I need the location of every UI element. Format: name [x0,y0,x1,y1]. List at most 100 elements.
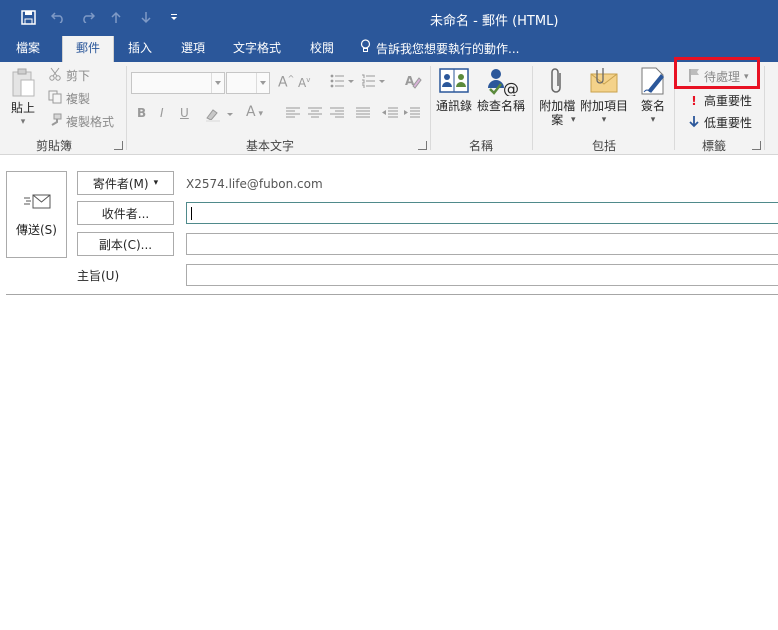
undo-icon[interactable] [46,6,70,28]
basic-text-group-label: 基本文字 [246,139,295,153]
paste-label: 貼上 [10,101,35,115]
group-separator [532,66,533,150]
subject-field[interactable] [186,264,778,286]
header-divider [6,294,778,295]
clipboard-group-label: 剪貼簿 [36,139,73,153]
shrink-font-icon[interactable]: Av [298,76,310,90]
clear-formatting-icon[interactable]: A [404,72,422,93]
tags-dialog-launcher-icon[interactable] [752,141,761,150]
underline-icon[interactable]: U [180,106,189,120]
cc-button[interactable]: 副本(C)... [77,232,174,256]
attach-file-button[interactable]: 附加檔 案 ▾ [539,66,576,127]
clipboard-icon [10,68,36,101]
text-caret [191,207,192,220]
decrease-indent-icon[interactable] [382,107,398,122]
paste-button[interactable]: 貼上 ▾ [10,68,36,129]
tab-format-text[interactable]: 文字格式 [225,36,289,62]
high-importance-button[interactable]: ! 高重要性 [688,92,752,109]
address-book-label: 通訊錄 [436,99,473,113]
from-button[interactable]: 寄件者(M) ▾ [77,171,174,195]
copy-label: 複製 [66,92,91,106]
italic-icon[interactable]: I [160,106,164,120]
window-title: 未命名 - 郵件 (HTML) [430,14,559,29]
numbering-icon[interactable] [361,74,387,91]
to-label: 收件者... [101,206,150,221]
copy-icon [48,90,62,107]
from-address: X2574.life@fubon.com [186,177,323,191]
format-painter-icon [48,113,62,130]
message-body-editor[interactable] [0,296,778,630]
check-names-button[interactable]: @ 檢查名稱 [477,66,525,113]
group-separator [430,66,431,150]
tab-options[interactable]: 選項 [173,36,213,62]
svg-text:@: @ [503,79,518,96]
signature-button[interactable]: 簽名 ▾ [639,66,667,127]
attach-item-icon [587,66,621,99]
format-painter-button[interactable]: 複製格式 [48,113,114,130]
tab-insert[interactable]: 插入 [120,36,160,62]
highlight-color-icon[interactable] [205,106,237,125]
names-group-label: 名稱 [469,139,494,153]
include-group-label: 包括 [592,139,617,153]
font-color-icon[interactable]: A ▾ [246,104,263,120]
paperclip-icon [547,66,567,99]
tab-review[interactable]: 校閱 [302,36,342,62]
clipboard-dialog-launcher-icon[interactable] [114,141,123,150]
low-importance-button[interactable]: 低重要性 [688,114,752,131]
tab-message[interactable]: 郵件 [62,36,114,62]
ribbon-tab-bar: 檔案 郵件 插入 選項 文字格式 校閱 告訴我您想要執行的動作... [0,36,778,62]
cut-button[interactable]: 剪下 [48,67,90,84]
chevron-down-icon[interactable] [211,73,224,93]
cut-label: 剪下 [66,69,91,83]
low-importance-label: 低重要性 [704,116,753,130]
redo-icon[interactable] [76,6,100,28]
cc-field[interactable] [186,233,778,255]
align-center-icon[interactable] [308,107,322,122]
attach-file-label: 附加檔 案 [539,99,576,127]
signature-icon [639,66,667,99]
align-left-icon[interactable] [286,107,300,122]
tell-me-box[interactable]: 告訴我您想要執行的動作... [360,36,519,62]
group-separator [126,66,127,150]
font-name-combo[interactable] [131,72,225,94]
address-book-icon [438,66,470,99]
address-book-button[interactable]: 通訊錄 [436,66,472,113]
scissors-icon [48,67,62,84]
title-bar: 未命名 - 郵件 (HTML) [0,0,778,36]
highlight-box [674,57,760,89]
tags-group-label: 標籤 [702,139,727,153]
signature-label: 簽名 [640,99,665,113]
customize-qat-icon[interactable] [162,6,186,28]
justify-icon[interactable] [356,107,370,122]
check-names-label: 檢查名稱 [477,99,526,113]
compose-header: 傳送(S) 寄件者(M) ▾ X2574.life@fubon.com 收件者.… [0,155,778,295]
up-arrow-icon[interactable] [104,6,128,28]
grow-font-icon[interactable]: A^ [278,74,294,91]
bullets-icon[interactable] [330,74,356,91]
bold-icon[interactable]: B [137,106,146,120]
font-size-combo[interactable] [226,72,270,94]
subject-label: 主旨(U) [77,269,120,283]
tab-file[interactable]: 檔案 [8,36,48,62]
high-importance-label: 高重要性 [704,94,753,108]
attach-item-label: 附加項目 [580,99,629,113]
cc-label: 副本(C)... [98,237,153,252]
format-painter-label: 複製格式 [66,115,115,129]
to-button[interactable]: 收件者... [77,201,174,225]
basic-text-dialog-launcher-icon[interactable] [418,141,427,150]
to-field[interactable] [186,202,778,224]
attach-item-button[interactable]: 附加項目 ▾ [580,66,628,127]
increase-indent-icon[interactable] [404,107,420,122]
lightbulb-icon [360,37,371,61]
save-icon[interactable] [16,6,40,28]
chevron-down-icon[interactable] [256,73,269,93]
down-arrow-icon[interactable] [134,6,158,28]
check-names-icon: @ [484,66,519,99]
copy-button[interactable]: 複製 [48,90,90,107]
from-label: 寄件者(M) [92,176,149,191]
tell-me-text: 告訴我您想要執行的動作... [376,42,520,56]
send-label: 傳送(S) [16,222,57,237]
align-right-icon[interactable] [330,107,344,122]
send-button[interactable]: 傳送(S) [6,171,67,258]
chevron-down-icon: ▾ [153,178,159,188]
